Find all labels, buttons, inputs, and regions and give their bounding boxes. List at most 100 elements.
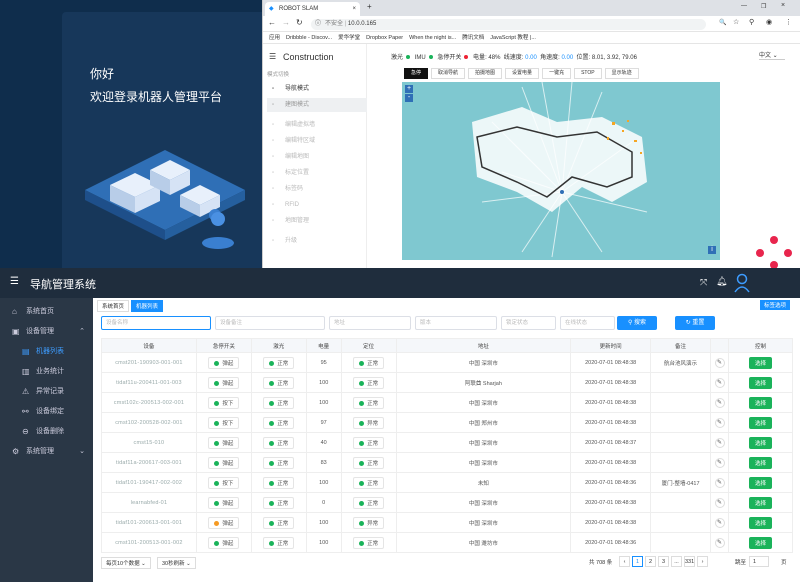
page-size-select[interactable]: 每页10个数据 ⌄ (101, 557, 151, 569)
menu-toggle-icon[interactable]: ☰ (10, 276, 19, 287)
bell-icon[interactable]: 🔔︎ (716, 276, 727, 287)
device-note-input[interactable]: 设备备注 (215, 316, 325, 330)
slam-side-item[interactable]: ▫ 编辑特区域 (267, 134, 367, 148)
control-button[interactable]: 取消导航 (431, 68, 466, 79)
control-button[interactable]: STOP (574, 68, 602, 79)
select-button[interactable]: 选择 (748, 436, 772, 449)
page-number[interactable]: 1 (632, 556, 643, 567)
slam-side-item[interactable]: ▫ 升级 (267, 234, 367, 248)
slam-side-item[interactable]: ▫ 编辑地图 (267, 150, 367, 164)
tag-options-button[interactable]: 标签选项 (760, 300, 791, 310)
page-number[interactable]: 331 (684, 556, 695, 567)
fullscreen-icon[interactable]: ⤧ (700, 277, 707, 288)
edit-pencil-icon[interactable]: ✎ (714, 417, 725, 428)
hamburger-icon[interactable]: ☰ (269, 52, 276, 61)
control-button[interactable]: 拍摄地图 (468, 68, 503, 79)
breadcrumb-tag[interactable]: 系统首页 (97, 300, 130, 312)
nav-item[interactable]: ▥ 业务统计 (0, 362, 93, 382)
slam-side-item[interactable]: ▫ RFID (267, 198, 367, 212)
reload-icon[interactable]: ↻ (296, 18, 303, 27)
edit-pencil-icon[interactable]: ✎ (714, 397, 725, 408)
breadcrumb-tag[interactable]: 机器列表 (131, 300, 164, 312)
edit-pencil-icon[interactable]: ✎ (714, 377, 725, 388)
edit-pencil-icon[interactable]: ✎ (714, 517, 725, 528)
bookmark-item[interactable]: JavaScript 教程 |... (490, 35, 536, 41)
select-button[interactable]: 选择 (748, 476, 772, 489)
slam-side-item[interactable]: ▫ 标定位置 (267, 166, 367, 180)
slam-map[interactable]: + - i (402, 82, 720, 260)
bookmark-item[interactable]: 爱华学堂 (338, 35, 360, 41)
nav-item[interactable]: ▤ 机器列表 (0, 342, 93, 362)
version-input[interactable]: 版本 (415, 316, 497, 330)
browser-tab[interactable]: ◆ ROBOT SLAM × (265, 2, 360, 16)
star-icon[interactable]: ☆ (733, 18, 739, 26)
map-info-button[interactable]: i (708, 246, 716, 254)
slam-side-item[interactable]: ▫ 标签码 (267, 182, 367, 196)
slam-side-item[interactable]: ▫ 建图模式 (267, 98, 367, 112)
lock-state-select[interactable]: 锁定状态 (501, 316, 556, 330)
edit-pencil-icon[interactable]: ✎ (714, 537, 725, 548)
select-button[interactable]: 选择 (748, 356, 772, 369)
column-header[interactable]: 设备 (101, 338, 197, 353)
edit-pencil-icon[interactable]: ✎ (714, 497, 725, 508)
minimize-icon[interactable]: — (741, 3, 747, 9)
menu-icon[interactable]: ⋮ (785, 18, 792, 26)
new-tab-button[interactable]: + (367, 2, 372, 11)
floating-control-wheel[interactable] (753, 234, 795, 268)
control-button[interactable]: 一键充 (542, 68, 572, 79)
maximize-icon[interactable]: ❐ (761, 3, 766, 10)
nav-item[interactable]: ⊖ 设备删除 (0, 422, 93, 442)
page-number[interactable]: 2 (645, 556, 656, 567)
address-input[interactable]: 地址 (329, 316, 411, 330)
search-button[interactable]: ⚲ 搜索 (617, 316, 657, 330)
select-button[interactable]: 选择 (748, 516, 772, 529)
info-icon[interactable]: ⓘ (315, 19, 321, 30)
column-header[interactable]: 急停开关 (195, 338, 252, 353)
zoom-in-button[interactable]: + (405, 85, 413, 93)
extension-icon[interactable]: ⚲ (749, 18, 754, 26)
edit-pencil-icon[interactable]: ✎ (714, 437, 725, 448)
zoom-search-icon[interactable]: 🔍 (719, 19, 726, 26)
control-button[interactable]: 急停 (404, 68, 429, 79)
select-button[interactable]: 选择 (748, 536, 772, 549)
select-button[interactable]: 选择 (748, 376, 772, 389)
online-state-select[interactable]: 在线状态 (560, 316, 615, 330)
control-button[interactable]: 设置电量 (505, 68, 540, 79)
control-button[interactable]: 显示轨迹 (604, 68, 639, 79)
next-page-icon[interactable]: › (697, 556, 708, 567)
bookmark-item[interactable]: 腾讯文档 (462, 35, 484, 41)
bookmark-item[interactable]: When the night is... (409, 35, 456, 41)
prev-page-icon[interactable]: ‹ (619, 556, 630, 567)
nav-item[interactable]: ⚙ 系统管理 ⌄ (0, 442, 93, 462)
nav-item[interactable]: ▣ 设备管理 ⌃ (0, 322, 93, 342)
tab-close-icon[interactable]: × (352, 2, 356, 16)
goto-input[interactable]: 1 (749, 556, 769, 567)
slam-side-item[interactable]: ▫ 编辑虚拟墙 (267, 118, 367, 132)
slam-side-item[interactable]: ▫ 地图管理 (267, 214, 367, 228)
bookmark-item[interactable]: Dropbox Paper (366, 35, 403, 41)
reset-button[interactable]: ↻ 重置 (675, 316, 715, 330)
edit-pencil-icon[interactable]: ✎ (714, 457, 725, 468)
page-number[interactable]: ... (671, 556, 682, 567)
select-button[interactable]: 选择 (748, 396, 772, 409)
zoom-out-button[interactable]: - (405, 94, 413, 102)
window-close-icon[interactable]: × (781, 2, 785, 9)
bookmark-item[interactable]: 应用 (269, 35, 280, 41)
nav-item[interactable]: ⚯ 设备绑定 (0, 402, 93, 422)
edit-pencil-icon[interactable]: ✎ (714, 357, 725, 368)
language-select[interactable]: 中文 ⌄ (759, 50, 785, 60)
bookmark-item[interactable]: Dribbble - Discov... (286, 35, 332, 41)
device-name-input[interactable]: 设备名称 (101, 316, 211, 330)
select-button[interactable]: 选择 (748, 416, 772, 429)
nav-item[interactable]: ⚠ 异常记录 (0, 382, 93, 402)
address-bar[interactable]: ⓘ 不安全 | 10.0.0.165 (311, 19, 706, 30)
nav-item[interactable]: ⌂ 系统首页 (0, 302, 93, 322)
forward-icon[interactable]: → (282, 18, 290, 27)
user-avatar-icon[interactable] (734, 273, 750, 293)
page-number[interactable]: 3 (658, 556, 669, 567)
slam-side-item[interactable]: ▫ 导航模式 (267, 82, 367, 96)
refresh-interval-select[interactable]: 30秒刷新 ⌄ (157, 557, 196, 569)
select-button[interactable]: 选择 (748, 496, 772, 509)
back-icon[interactable]: ← (268, 18, 276, 27)
select-button[interactable]: 选择 (748, 456, 772, 469)
